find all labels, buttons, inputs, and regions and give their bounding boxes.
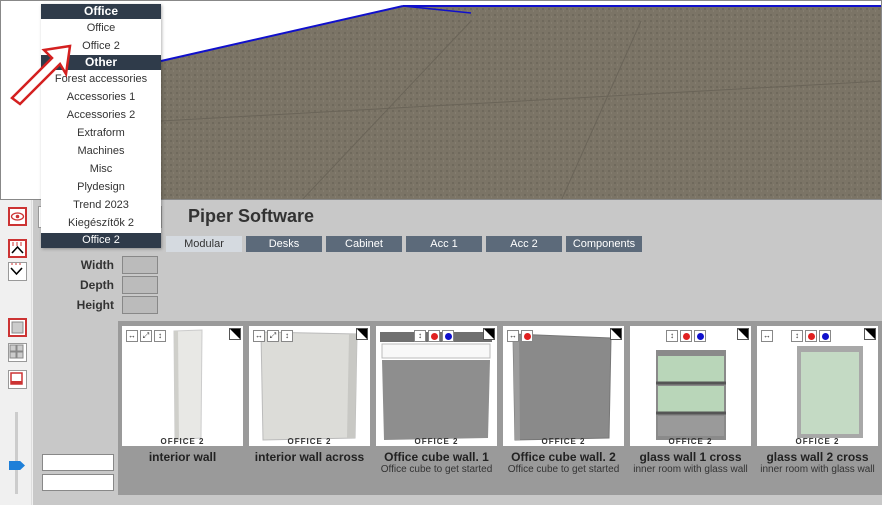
product-description: Office cube to get started [380, 464, 493, 475]
dropdown-item-misc[interactable]: Misc [41, 160, 161, 178]
blue-dot-icon[interactable] [442, 330, 454, 342]
product-image: ↔ ⤢ ↕ OFFICE 2 [122, 326, 243, 446]
product-card[interactable]: ↔ ⤢ ↕ OFFICE 2 interior wall across [249, 326, 370, 492]
resize-horizontal-icon[interactable]: ↔ [253, 330, 265, 342]
card-tools: ↔ ⤢ ↕ [126, 330, 166, 342]
dropdown-item-trend-2023[interactable]: Trend 2023 [41, 196, 161, 214]
product-name: interior wall [148, 450, 217, 464]
red-dot-icon[interactable] [428, 330, 440, 342]
corner-expand-icon[interactable] [483, 328, 495, 340]
product-description: Office cube to get started [507, 464, 620, 475]
view-frame-icon[interactable] [8, 370, 27, 389]
product-brand: OFFICE 2 [795, 437, 840, 446]
corner-expand-icon[interactable] [610, 328, 622, 340]
resize-horizontal-icon[interactable]: ↔ [761, 330, 773, 342]
move-up-icon[interactable] [8, 239, 27, 258]
product-brand: OFFICE 2 [541, 437, 586, 446]
product-image: ↕ OFFICE 2 [376, 326, 497, 446]
tab-modular[interactable]: Modular [166, 236, 242, 252]
resize-horizontal-icon[interactable]: ↔ [507, 330, 519, 342]
card-tools: ↔ [507, 330, 533, 342]
product-image: ↔ OFFICE 2 [503, 326, 624, 446]
dropdown-item-machines[interactable]: Machines [41, 142, 161, 160]
product-image: ↔ ⤢ ↕ OFFICE 2 [249, 326, 370, 446]
dropdown-item-kiegeszitok-2[interactable]: Kiegészítők 2 [41, 214, 161, 232]
corner-expand-icon[interactable] [864, 328, 876, 340]
product-image: ↔ ↕ OFFICE 2 [757, 326, 878, 446]
width-field[interactable] [122, 256, 158, 274]
blue-dot-icon[interactable] [694, 330, 706, 342]
tab-desks[interactable]: Desks [246, 236, 322, 252]
tab-cabinet[interactable]: Cabinet [326, 236, 402, 252]
product-name: interior wall across [254, 450, 365, 464]
product-name: Office cube wall. 1 [384, 450, 489, 464]
card-tools: ↕ [666, 330, 706, 342]
input-field-1[interactable] [42, 454, 114, 471]
blue-dot-icon[interactable] [819, 330, 831, 342]
tab-acc-1[interactable]: Acc 1 [406, 236, 482, 252]
card-tools: ↕ [414, 330, 454, 342]
product-card[interactable]: ↔ OFFICE 2 Office cube wall. 2 Office cu… [503, 326, 624, 492]
product-name: glass wall 1 cross [639, 450, 742, 464]
dropdown-item-extraform[interactable]: Extraform [41, 124, 161, 142]
group-header-office: Office [41, 4, 161, 19]
resize-vertical-icon[interactable]: ↕ [414, 330, 426, 342]
product-image: ↕ OFFICE 2 [630, 326, 751, 446]
view-grid-icon[interactable] [8, 343, 27, 362]
resize-diagonal-icon[interactable]: ⤢ [267, 330, 279, 342]
eye-icon[interactable] [8, 207, 27, 226]
dropdown-item-office[interactable]: Office [41, 19, 161, 37]
resize-horizontal-icon[interactable]: ↔ [126, 330, 138, 342]
product-brand: OFFICE 2 [668, 437, 713, 446]
corner-expand-icon[interactable] [356, 328, 368, 340]
product-description: inner room with glass wall [633, 464, 748, 475]
product-description: inner room with glass wall [760, 464, 875, 475]
product-card[interactable]: ↔ ⤢ ↕ OFFICE 2 interior wall [122, 326, 243, 492]
move-down-icon[interactable] [8, 262, 27, 281]
resize-diagonal-icon[interactable]: ⤢ [140, 330, 152, 342]
card-tools: ↔ ⤢ ↕ [253, 330, 293, 342]
product-brand: OFFICE 2 [414, 437, 459, 446]
card-tools: ↔ ↕ [761, 330, 831, 342]
width-label: Width [80, 258, 114, 272]
corner-expand-icon[interactable] [229, 328, 241, 340]
product-card[interactable]: ↔ ↕ OFFICE 2 glass wall 2 cross inner ro… [757, 326, 878, 492]
product-brand: OFFICE 2 [287, 437, 332, 446]
category-tabs: Modular Desks Cabinet Acc 1 Acc 2 Compon… [166, 236, 642, 252]
resize-vertical-icon[interactable]: ↕ [281, 330, 293, 342]
tab-acc-2[interactable]: Acc 2 [486, 236, 562, 252]
red-dot-icon[interactable] [805, 330, 817, 342]
height-field[interactable] [122, 296, 158, 314]
dropdown-item-plydesign[interactable]: Plydesign [41, 178, 161, 196]
product-card[interactable]: ↕ OFFICE 2 glass wall 1 cross inner room… [630, 326, 751, 492]
resize-vertical-icon[interactable]: ↕ [666, 330, 678, 342]
resize-vertical-icon[interactable]: ↕ [154, 330, 166, 342]
red-dot-icon[interactable] [521, 330, 533, 342]
corner-expand-icon[interactable] [737, 328, 749, 340]
depth-label: Depth [80, 278, 114, 292]
product-name: glass wall 2 cross [766, 450, 869, 464]
tab-components[interactable]: Components [566, 236, 642, 252]
product-name: Office cube wall. 2 [511, 450, 616, 464]
product-card[interactable]: ↕ OFFICE 2 Office cube wall. 1 Office cu… [376, 326, 497, 492]
input-field-2[interactable] [42, 474, 114, 491]
height-label: Height [76, 298, 114, 312]
zoom-slider-track[interactable] [15, 412, 18, 494]
dropdown-selected-value[interactable]: Office 2 [41, 233, 161, 248]
page-title: Piper Software [188, 206, 315, 226]
view-single-icon[interactable] [8, 318, 27, 337]
resize-vertical-icon[interactable]: ↕ [791, 330, 803, 342]
product-brand: OFFICE 2 [160, 437, 205, 446]
depth-field[interactable] [122, 276, 158, 294]
annotation-arrow-icon [10, 44, 72, 106]
red-dot-icon[interactable] [680, 330, 692, 342]
